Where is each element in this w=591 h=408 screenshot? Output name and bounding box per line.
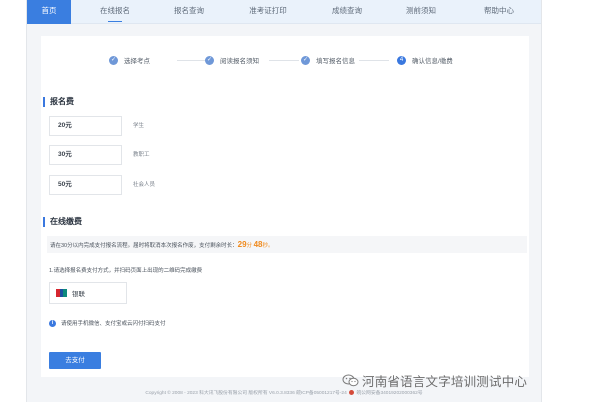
- payment-method-label: 银联: [72, 291, 85, 298]
- nav-pre-test-notes[interactable]: 测前须知: [397, 0, 445, 24]
- nav-admission-ticket-print[interactable]: 准考证打印: [240, 0, 296, 24]
- unionpay-option[interactable]: 银联: [49, 282, 127, 304]
- step-connector: [269, 60, 299, 61]
- nav-registration-query[interactable]: 报名查询: [165, 0, 213, 24]
- registration-card: ✓ 选择考点 ✓ 阅读报名须知 ✓ 填写报名信息 4 确认信息/缴费 报名费 2…: [41, 36, 529, 377]
- top-navigation: 首页 在线报名 报名查询 准考证打印 成绩查询 测前须知 帮助中心: [27, 0, 541, 24]
- footer-copyright: Copyright © 2008 - 2023 科大讯飞股份有限公司 版权所有 …: [145, 390, 423, 396]
- payment-section-title: 在线缴费: [43, 217, 82, 227]
- nav-help-center[interactable]: 帮助中心: [475, 0, 523, 24]
- info-icon: i: [49, 319, 56, 327]
- payment-instruction: 1.请选择报名费支付方式，并扫码页面上出现的二维码完成缴费: [49, 268, 203, 274]
- fee-audience: 学生: [133, 123, 145, 129]
- step-label: 阅读报名须知: [220, 58, 259, 65]
- step-number-badge: 4: [397, 55, 406, 65]
- scan-notice: i 请使用手机微信、支付宝或云闪付扫码支付: [49, 319, 166, 327]
- unionpay-icon: [56, 289, 68, 297]
- fee-option[interactable]: 50元: [49, 175, 122, 195]
- step-read-notice: ✓ 阅读报名须知: [205, 55, 259, 65]
- step-select-site: ✓ 选择考点: [109, 55, 150, 65]
- watermark-text: 河南省语言文字培训测试中心: [362, 375, 528, 389]
- nav-online-registration[interactable]: 在线报名: [91, 0, 139, 24]
- fee-audience: 教职工: [133, 152, 150, 158]
- fee-option[interactable]: 30元: [49, 145, 122, 165]
- fee-audience: 社会人员: [133, 182, 156, 188]
- fee-amount: 50元: [58, 181, 72, 188]
- fee-option[interactable]: 20元: [49, 116, 122, 136]
- browser-page: 首页 在线报名 报名查询 准考证打印 成绩查询 测前须知 帮助中心 ✓ 选择考点…: [26, 0, 542, 402]
- nav-home[interactable]: 首页: [27, 0, 71, 24]
- police-badge-icon: [349, 390, 355, 396]
- check-icon: ✓: [109, 55, 118, 65]
- timer-seconds-unit: 秒。: [262, 243, 274, 249]
- timer-text: 请在30分以内完成支付报名流程。届时将取消本次报名作废，支付剩余时长：: [50, 243, 238, 249]
- active-underline: [108, 20, 122, 22]
- fee-amount: 20元: [58, 122, 72, 129]
- step-label: 选择考点: [124, 58, 150, 65]
- payment-timer-bar: 请在30分以内完成支付报名流程。届时将取消本次报名作废，支付剩余时长：29分 4…: [47, 236, 527, 253]
- step-label: 确认信息/缴费: [412, 58, 453, 65]
- go-pay-button[interactable]: 去支付: [49, 352, 101, 369]
- wechat-icon: [342, 374, 359, 387]
- step-label: 填写报名信息: [316, 58, 355, 65]
- wechat-watermark: 河南省语言文字培训测试中心: [342, 371, 527, 390]
- nav-score-query[interactable]: 成绩查询: [323, 0, 371, 24]
- step-confirm-pay: 4 确认信息/缴费: [397, 55, 453, 65]
- check-icon: ✓: [205, 55, 214, 65]
- step-connector: [177, 60, 207, 61]
- step-connector: [359, 60, 389, 61]
- timer-minutes: 29: [237, 240, 247, 249]
- check-icon: ✓: [301, 55, 310, 65]
- fee-section-title: 报名费: [43, 97, 74, 107]
- step-fill-info: ✓ 填写报名信息: [301, 55, 355, 65]
- notice-text: 请使用手机微信、支付宝或云闪付扫码支付: [61, 321, 166, 327]
- fee-amount: 30元: [58, 151, 72, 158]
- timer-minutes-unit: 分: [246, 243, 253, 249]
